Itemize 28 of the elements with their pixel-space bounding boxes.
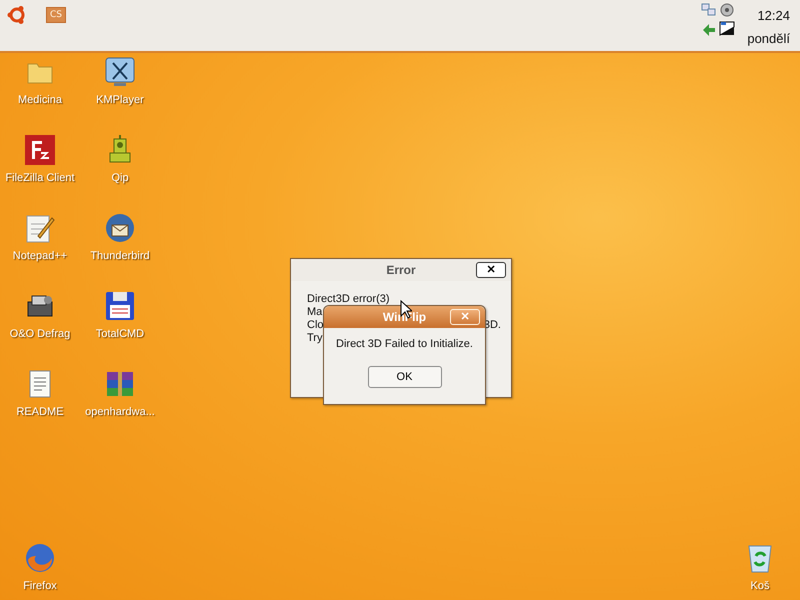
document-icon[interactable] bbox=[28, 368, 52, 400]
clock-day: pondělí bbox=[747, 31, 790, 46]
ok-button[interactable]: OK bbox=[368, 366, 442, 388]
icon-label: Medicina bbox=[18, 94, 62, 106]
icon-label: openhardwa... bbox=[85, 406, 155, 418]
error-text: Ma bbox=[307, 306, 322, 319]
error-text: Direct3D error(3) bbox=[307, 293, 390, 306]
mail-icon[interactable] bbox=[104, 212, 136, 244]
icon-label: README bbox=[16, 406, 64, 418]
ftp-icon[interactable] bbox=[24, 134, 56, 166]
browser-icon[interactable] bbox=[24, 542, 56, 574]
speaker-icon[interactable] bbox=[719, 2, 736, 18]
icon-label: KMPlayer bbox=[96, 94, 144, 106]
dialog-title: Error bbox=[386, 263, 416, 277]
icon-label: Notepad++ bbox=[12, 250, 68, 262]
error-message: Direct 3D Failed to Initialize. bbox=[335, 338, 474, 350]
media-player-icon[interactable] bbox=[104, 56, 136, 88]
icon-label: Koš bbox=[750, 580, 770, 592]
icon-label: Qip bbox=[111, 172, 129, 184]
icon-label: Thunderbird bbox=[90, 250, 150, 262]
icon-label: O&O Defrag bbox=[10, 328, 70, 340]
clock-time[interactable]: 12:24 bbox=[757, 8, 790, 23]
close-button[interactable]: ✕ bbox=[476, 262, 506, 278]
icon-label: TotalCMD bbox=[96, 328, 144, 340]
icon-label: Firefox bbox=[23, 580, 57, 592]
error-text: Try bbox=[307, 332, 322, 345]
icon-label: FileZilla Client bbox=[5, 172, 75, 184]
error-text: Clo bbox=[307, 319, 324, 332]
